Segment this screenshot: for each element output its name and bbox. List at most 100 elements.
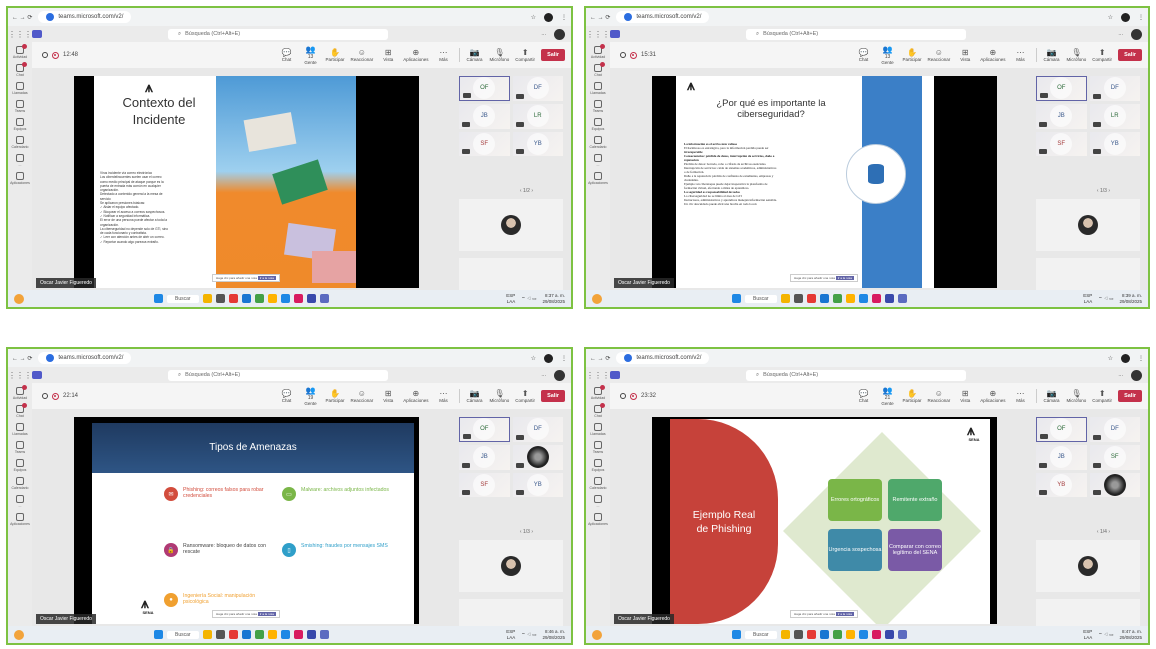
taskbar-app-icon[interactable] [202,630,212,639]
taskbar-app-icon[interactable] [215,294,225,303]
taskbar-app-icon[interactable] [897,294,907,303]
leave-button[interactable]: Salir [1118,49,1142,61]
user-avatar[interactable] [554,369,565,381]
taskbar-app-icon[interactable] [806,294,816,303]
taskbar-app-icon[interactable] [228,294,238,303]
react-button[interactable]: ☺ Reaccionar [351,389,374,403]
raise-hand-button[interactable]: ✋ Participar [902,48,921,62]
more-options-icon[interactable]: ... [541,372,546,378]
taskbar-app-icon[interactable] [319,294,329,303]
participant-tile[interactable]: DF [512,417,563,442]
taskbar-search[interactable]: Buscar [745,630,777,639]
add-note-chip[interactable]: Haga clic para añadir una nota Ir a la n… [790,274,858,282]
taskbar-app-icon[interactable] [884,630,894,639]
participant-tile[interactable]: SF [1036,131,1087,157]
apps-button[interactable]: ⊕ Aplicaciones [980,48,1005,62]
participant-tile[interactable]: YB [1036,472,1087,498]
rail-item[interactable]: ... [587,495,609,508]
rail-item[interactable]: Llamadas [587,82,609,95]
add-note-chip[interactable]: Haga clic para añadir una nota Ir a la n… [212,610,280,618]
taskbar-app-icon[interactable] [306,630,316,639]
rail-item[interactable]: Actividad [9,385,31,400]
rail-item[interactable]: Teams [9,100,31,113]
address-bar[interactable]: teams.microsoft.com/v2/ [38,11,132,23]
microphone-button[interactable]: 🎙 Micrófono [490,48,510,62]
taskbar-app-icon[interactable] [845,294,855,303]
share-button[interactable]: ⬆ Compartir [1092,48,1112,62]
search-input[interactable]: ⌕ Búsqueda (Ctrl+Alt+E) [746,369,966,381]
participant-pager[interactable]: ‹ 1/2 › [520,188,533,194]
taskbar-app-icon[interactable] [280,630,290,639]
rail-item[interactable]: ... [587,154,609,167]
rail-item[interactable]: Chat [587,403,609,418]
taskbar-app-icon[interactable] [871,294,881,303]
more-button[interactable]: ⋯ Más [435,48,453,62]
wifi-volume-battery-icon[interactable]: ⌔ ◁ ▭ [521,632,536,638]
rail-item[interactable]: Calendario [587,136,609,149]
rail-item[interactable]: Actividad [9,44,31,59]
view-button[interactable]: ⊞ Vista [956,389,974,403]
taskbar-search[interactable]: Buscar [167,294,199,303]
participant-pager[interactable]: ‹ 1/4 › [1097,529,1110,535]
bookmark-star-icon[interactable]: ☆ [1108,14,1113,21]
rail-item[interactable]: Equipos [587,118,609,131]
search-input[interactable]: ⌕ Búsqueda (Ctrl+Alt+E) [168,369,388,381]
rail-item[interactable]: Equipos [587,459,609,472]
rail-item[interactable]: ... [9,154,31,167]
camera-button[interactable]: 📷 Cámara [1043,389,1061,403]
taskbar-app-icon[interactable] [897,630,907,639]
more-options-icon[interactable]: ... [541,31,546,37]
rail-item[interactable]: Llamadas [9,423,31,436]
weather-icon[interactable] [592,629,602,640]
participant-pager[interactable]: ‹ 1/3 › [1097,188,1110,194]
participant-tile[interactable]: OF [1036,417,1087,442]
leave-button[interactable]: Salir [1118,390,1142,402]
taskbar-app-icon[interactable] [793,630,803,639]
taskbar-app-icon[interactable] [202,294,212,303]
profile-avatar[interactable] [544,12,553,22]
language-indicator[interactable]: ESP LAA [506,293,515,305]
participant-tile[interactable]: DF [512,76,563,101]
bookmark-star-icon[interactable]: ☆ [531,355,536,362]
start-icon[interactable] [732,294,741,303]
participant-tile[interactable]: JB [1036,103,1087,129]
taskbar-app-icon[interactable] [780,294,790,303]
participant-tile[interactable]: SF [459,131,510,157]
participant-tile[interactable]: JB [459,444,510,470]
participant-tile[interactable]: OF [459,417,510,442]
note-button[interactable]: Ir a la nota [835,276,854,280]
app-launcher-icon[interactable]: ⋮⋮⋮ [586,371,610,380]
chat-button[interactable]: 💬 Chat [277,48,295,62]
taskbar-app-icon[interactable] [819,630,829,639]
taskbar-app-icon[interactable] [241,294,251,303]
participant-tile[interactable] [1089,472,1140,498]
camera-button[interactable]: 📷 Cámara [1043,48,1061,62]
clock[interactable]: 8:37 a. m. 29/08/2025 [542,293,565,305]
user-avatar[interactable] [1131,28,1142,40]
wifi-volume-battery-icon[interactable]: ⌔ ◁ ▭ [521,296,536,302]
taskbar-app-icon[interactable] [254,630,264,639]
participant-tile[interactable]: LR [1089,103,1140,129]
leave-button[interactable]: Salir [541,49,565,61]
apps-button[interactable]: ⊕ Aplicaciones [980,389,1005,403]
taskbar-app-icon[interactable] [806,630,816,639]
people-button[interactable]: 👥 21 Gente [878,386,896,406]
rail-item[interactable]: Teams [587,441,609,454]
rail-item[interactable]: Aplicaciones [9,513,31,526]
taskbar-app-icon[interactable] [267,630,277,639]
rail-item[interactable]: Equipos [9,118,31,131]
rail-item[interactable]: Teams [587,100,609,113]
taskbar-app-icon[interactable] [228,630,238,639]
react-button[interactable]: ☺ Reaccionar [928,389,951,403]
camera-button[interactable]: 📷 Cámara [466,389,484,403]
participant-pager[interactable]: ‹ 1/3 › [520,529,533,535]
taskbar-app-icon[interactable] [793,294,803,303]
browser-menu-icon[interactable]: ⋮ [1138,14,1144,21]
note-button[interactable]: Ir a la nota [835,612,854,616]
react-button[interactable]: ☺ Reaccionar [351,48,374,62]
browser-menu-icon[interactable]: ⋮ [561,14,567,21]
taskbar-app-icon[interactable] [306,294,316,303]
clock[interactable]: 8:46 a. m. 29/08/2025 [542,629,565,641]
language-indicator[interactable]: ESP LAA [1083,629,1092,641]
taskbar-search[interactable]: Buscar [745,294,777,303]
